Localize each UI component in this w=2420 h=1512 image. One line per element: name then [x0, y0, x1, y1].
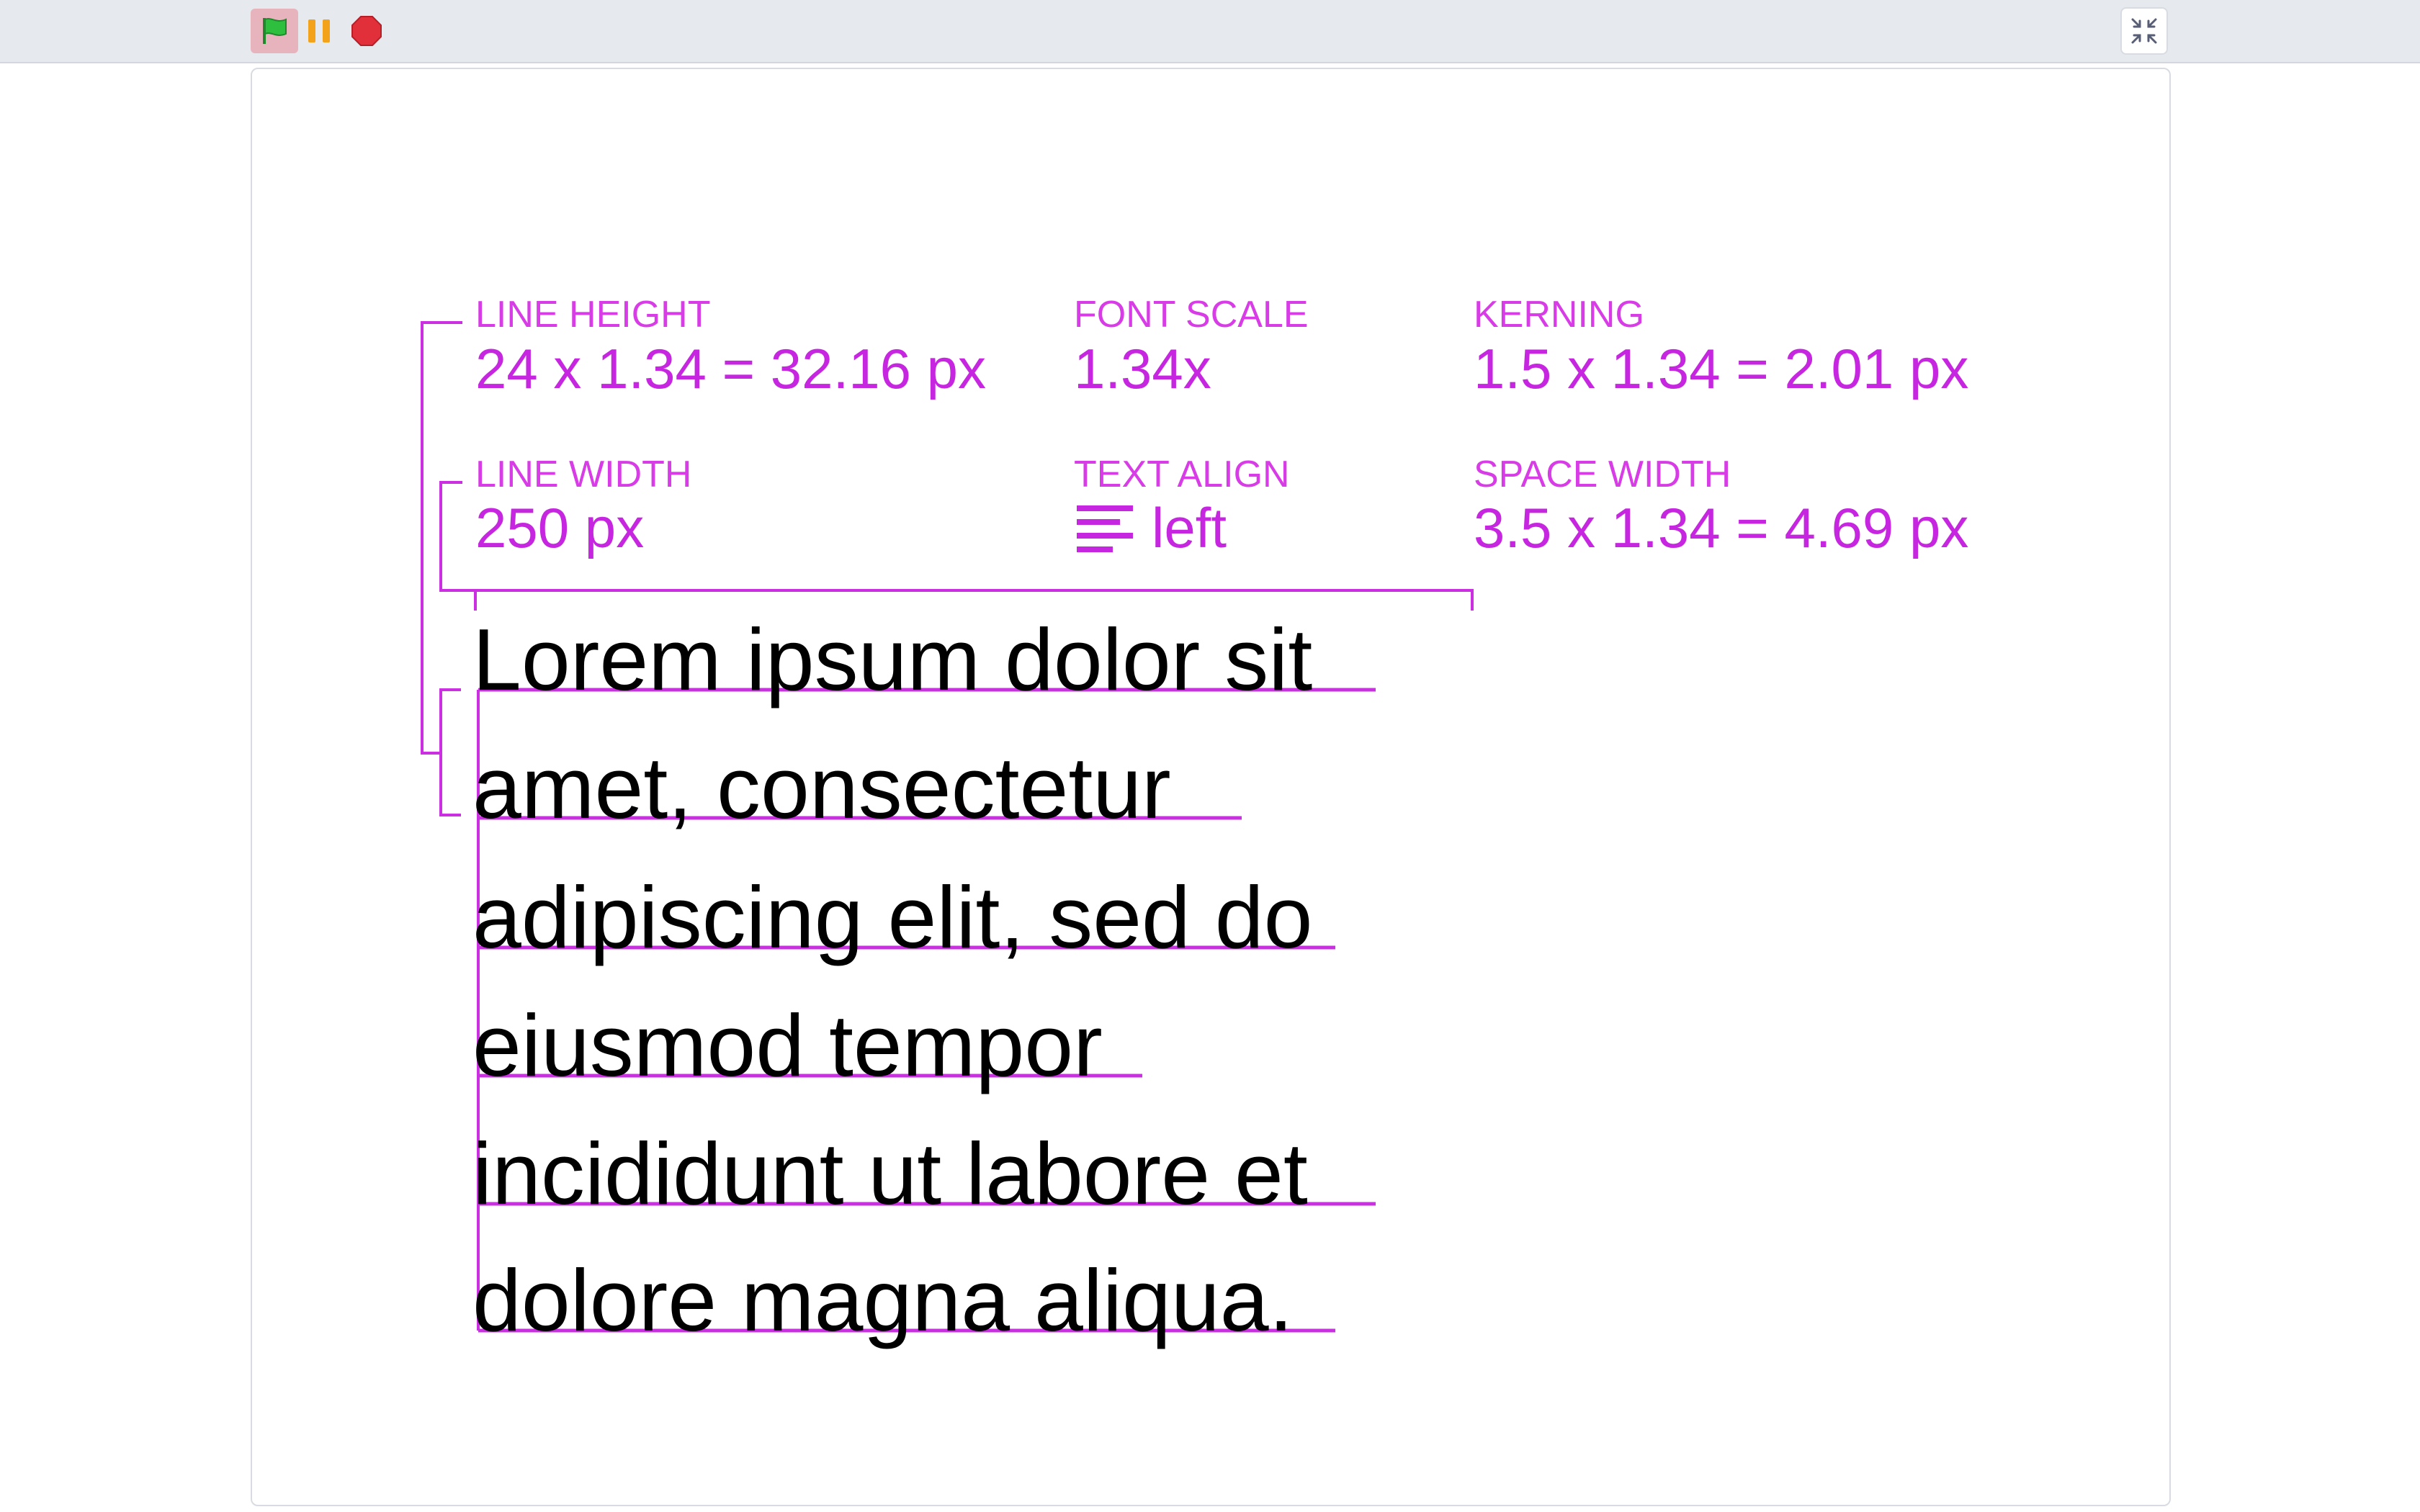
- stage-canvas: LINE HEIGHT 24 x 1.34 = 32.16 px FONT SC…: [421, 294, 1968, 1349]
- stage[interactable]: LINE HEIGHT 24 x 1.34 = 32.16 px FONT SC…: [251, 68, 2171, 1506]
- line-width-label: LINE WIDTH: [475, 454, 691, 495]
- stop-button[interactable]: [346, 10, 387, 52]
- sample-text-line-2: amet, consectetur: [472, 739, 1171, 837]
- font-scale-label: FONT SCALE: [1074, 294, 1309, 336]
- sample-text-line-5: incididunt ut labore et: [472, 1125, 1308, 1223]
- kerning-value: 1.5 x 1.34 = 2.01 px: [1474, 337, 1968, 400]
- space-width-label: SPACE WIDTH: [1474, 454, 1731, 495]
- space-width-value: 3.5 x 1.34 = 4.69 px: [1474, 496, 1968, 559]
- stop-icon: [351, 16, 382, 46]
- text-align-label: TEXT ALIGN: [1074, 454, 1290, 495]
- align-left-icon: [1077, 505, 1133, 552]
- green-flag-button[interactable]: [251, 9, 298, 53]
- exit-fullscreen-icon: [2131, 18, 2157, 44]
- text-align-value: left: [1152, 496, 1227, 559]
- pause-button[interactable]: [302, 10, 337, 52]
- font-scale-value: 1.34x: [1074, 337, 1211, 400]
- kerning-label: KERNING: [1474, 294, 1644, 336]
- line-height-value: 24 x 1.34 = 32.16 px: [475, 337, 986, 400]
- project-toolbar: [0, 0, 2420, 63]
- green-flag-icon: [263, 18, 287, 44]
- sample-text-line-1: Lorem ipsum dolor sit: [472, 611, 1312, 708]
- pause-icon: [308, 19, 330, 42]
- line-width-value: 250 px: [475, 496, 644, 559]
- exit-fullscreen-button[interactable]: [2120, 7, 2168, 55]
- sample-text-line-3: adipiscing elit, sed do: [472, 868, 1313, 966]
- line-height-label: LINE HEIGHT: [475, 294, 711, 336]
- sample-text-line-4: eiusmod tempor: [472, 996, 1103, 1094]
- sample-text-line-6: dolore magna aliqua.: [472, 1251, 1293, 1349]
- line-height-sample-bracket: [439, 688, 461, 816]
